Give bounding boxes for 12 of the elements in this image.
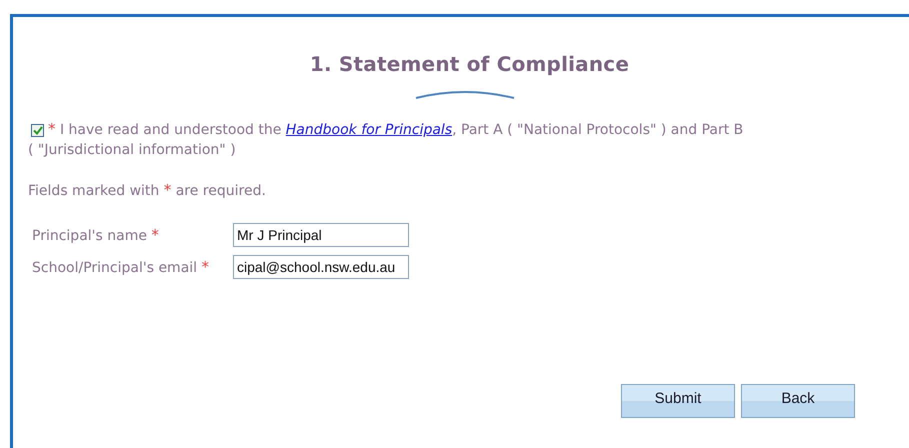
consent-statement: ( "Jurisdictional information" ): [28, 141, 236, 160]
required-note: Fields marked with * are required.: [28, 181, 267, 199]
back-button[interactable]: Back: [741, 384, 855, 418]
handbook-link[interactable]: Handbook for Principals: [286, 122, 452, 138]
page-title: 1. Statement of Compliance: [310, 52, 630, 76]
consent-statement: * I have read and understood the Handbook for Principals, Part A ( "National Protocols" ) and Part B: [48, 122, 744, 138]
text-field[interactable]: Mr J Principal: [233, 223, 409, 247]
field-label: School/Principal's email *: [32, 258, 210, 276]
consent-checkbox[interactable]: [31, 124, 44, 137]
text-field[interactable]: cipal@school.nsw.edu.au: [233, 255, 409, 279]
submit-button[interactable]: Submit: [621, 384, 735, 418]
field-label: Principal's name *: [32, 226, 160, 244]
